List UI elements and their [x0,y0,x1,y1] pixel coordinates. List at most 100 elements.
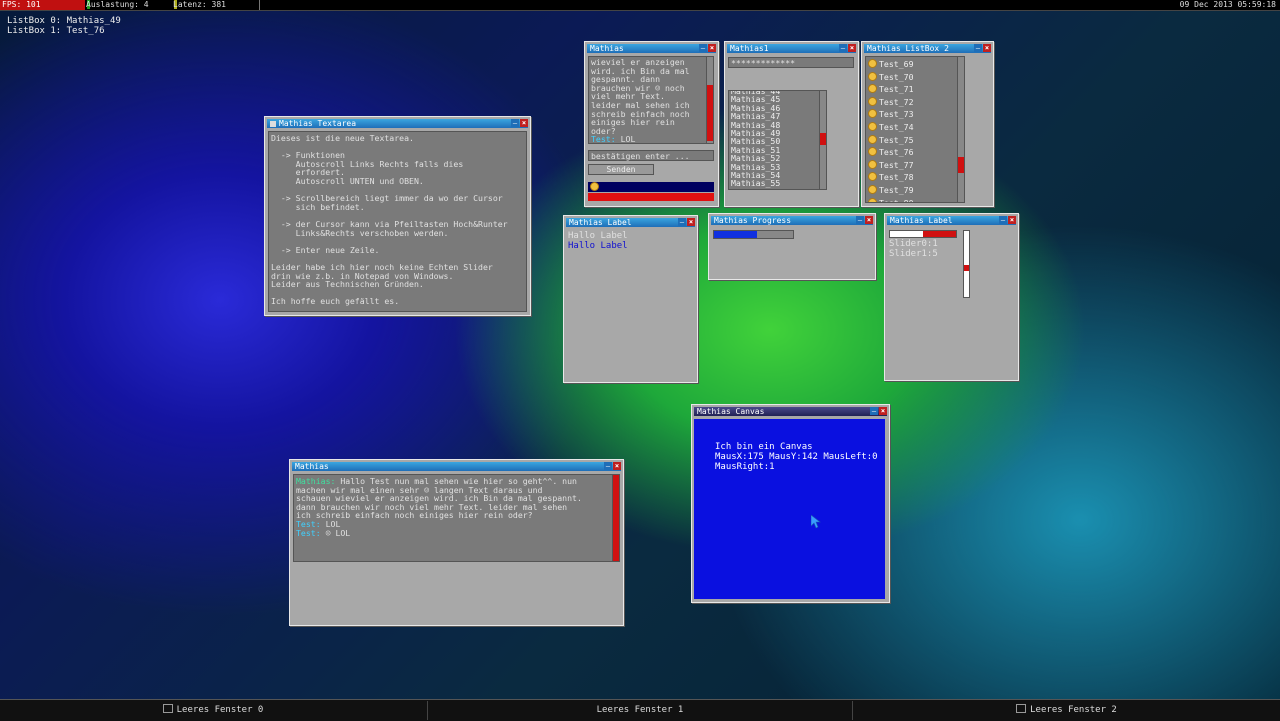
chat-input[interactable]: bestätigen enter ... [588,150,714,161]
list-item[interactable]: Test_72 [868,96,914,109]
smiley-icon [868,147,877,157]
list-item[interactable]: Test_76 [868,146,914,159]
title-bar[interactable]: Mathias Label [887,216,1016,225]
progress-window[interactable]: Mathias Progress – × [708,213,876,280]
listbox-scrollbar[interactable] [819,91,826,189]
list-item-label: Test_76 [879,147,914,158]
taskbar-item-0[interactable]: Leeres Fenster 0 [0,701,426,720]
list-item-label: Test_70 [879,71,914,82]
minimize-icon[interactable]: – [870,407,878,415]
listbox-0[interactable]: Mathias_44 Mathias_45 Mathias_46 Mathias_47… [728,90,827,190]
list-item[interactable]: Test_75 [868,134,914,147]
title-bar[interactable]: Mathias Label [566,218,695,227]
smiley-icon [868,59,877,68]
listbox1-window[interactable]: Mathias1 – × ************* Mathias_44 Math… [724,41,859,207]
taskbar-item-2[interactable]: Leeres Fenster 2 [852,701,1280,720]
slider-window[interactable]: Mathias Label – × Slider0:1 Slider1:5 [884,213,1019,381]
textarea-line: Dieses ist die neue Textarea. [271,133,414,143]
slider-0[interactable] [889,230,957,238]
listbox-scrollbar[interactable] [957,57,964,202]
close-icon[interactable]: × [879,407,887,415]
minimize-icon[interactable]: – [856,216,864,224]
minimize-icon[interactable]: – [511,119,519,127]
debug-overlay: ListBox 0: Mathias_49 ListBox 1: Test_76 [7,16,121,36]
smiley-icon [868,71,877,81]
datetime-display: 09 Dec 2013 05:59:18 [1179,0,1276,9]
canvas-area[interactable]: Ich bin ein Canvas MausX:175 MausY:142 M… [694,419,885,599]
list-item[interactable]: Test_73 [868,108,914,121]
listbox-1[interactable]: Test_69 Test_70 Test_71 Test_72 Test_73 Test_… [865,56,965,203]
list-item-label: Test_73 [879,109,914,120]
list-item-label: Test_77 [879,159,914,170]
list-item[interactable]: Test_74 [868,121,914,134]
smiley-icon [868,159,877,169]
close-icon[interactable]: × [687,218,695,226]
smiley-icon [868,96,877,106]
smiley-icon [868,197,877,202]
minimize-icon[interactable]: – [839,44,847,52]
canvas-window[interactable]: Mathias Canvas – × Ich bin ein Canvas Mau… [691,404,890,603]
window-title: Mathias Progress [714,216,792,225]
list-item[interactable]: Test_69 [868,58,914,71]
smiley-icon [868,172,877,182]
textarea-window[interactable]: Mathias Textarea – × Dieses ist die neue … [264,116,531,316]
textarea-line: sich befindet. [271,201,365,212]
list-item-label: Test_75 [879,134,914,145]
list-item[interactable]: Test_70 [868,71,914,84]
password-input[interactable]: ************* [728,57,854,68]
close-icon[interactable]: × [613,462,621,470]
textarea-line: -> Enter neue Zeile. [271,244,380,255]
list-item[interactable]: Test_77 [868,159,914,172]
label-window[interactable]: Mathias Label – × Hallo Label Hallo Label [563,215,698,383]
close-icon[interactable]: × [983,44,991,52]
list-item[interactable]: Mathias_55 [731,179,780,188]
textarea-line: Ich hoffe euch gefällt es. [271,296,400,307]
list-item[interactable]: Test_71 [868,83,914,96]
minimize-icon[interactable]: – [678,218,686,226]
list-item[interactable]: Test_80 [868,197,914,202]
slider-1-label: Slider1:5 [889,249,938,259]
title-bar[interactable]: Mathias ListBox 2 [864,44,991,53]
chat-log[interactable]: wieviel er anzeigen wird. ich Bin da mal g… [588,56,714,144]
chat-scrollbar[interactable] [612,475,619,561]
title-bar[interactable]: Mathias [292,462,621,471]
listbox2-window[interactable]: Mathias ListBox 2 – × Test_69 Test_70 Test_… [861,41,994,207]
latency-indicator: Latenz: 381 [172,0,260,10]
slider-1-thumb[interactable] [964,265,969,271]
mouse-cursor-icon [811,515,821,529]
progress-bar [713,230,794,239]
slider-0-fill [923,231,956,237]
smiley-icon [868,134,877,144]
chat-scrollbar[interactable] [706,57,713,143]
list-item[interactable]: Test_78 [868,171,914,184]
title-bar[interactable]: Mathias Progress [711,216,873,225]
close-icon[interactable]: × [708,44,716,52]
textarea[interactable]: Dieses ist die neue Textarea. -> Funktio… [268,131,527,312]
red-bar [588,193,714,201]
close-icon[interactable]: × [848,44,856,52]
close-icon[interactable]: × [865,216,873,224]
taskbar: Leeres Fenster 0 Leeres Fenster 1 Leeres… [0,699,1280,721]
close-icon[interactable]: × [520,119,528,127]
title-bar[interactable]: Mathias [587,44,716,53]
minimize-icon[interactable]: – [699,44,707,52]
close-icon[interactable]: × [1008,216,1016,224]
taskbar-item-1[interactable]: Leeres Fenster 1 [427,701,852,720]
smiley-icon [868,84,877,94]
chat-log[interactable]: Mathias: Hallo Test nun mal sehen wie hi… [293,474,620,562]
chat-big-window[interactable]: Mathias – × Mathias: Hallo Test nun mal s… [289,459,624,626]
minimize-icon[interactable]: – [604,462,612,470]
minimize-icon[interactable]: – [999,216,1007,224]
smiley-icon [868,122,877,131]
list-item[interactable]: Test_79 [868,184,914,197]
title-bar[interactable]: Mathias1 [727,44,856,53]
chat-small-window[interactable]: Mathias – × wieviel er anzeigen wird. ich … [584,41,719,207]
list-item-label: Test_72 [879,96,914,107]
title-bar[interactable]: Mathias Canvas [694,407,887,416]
textarea-line: Autoscroll UNTEN und OBEN. [271,175,424,186]
smiley-icon [590,182,599,191]
slider-1[interactable] [963,230,970,298]
title-bar[interactable]: Mathias Textarea [267,119,528,128]
send-button[interactable]: Senden [588,164,654,175]
minimize-icon[interactable]: – [974,44,982,52]
